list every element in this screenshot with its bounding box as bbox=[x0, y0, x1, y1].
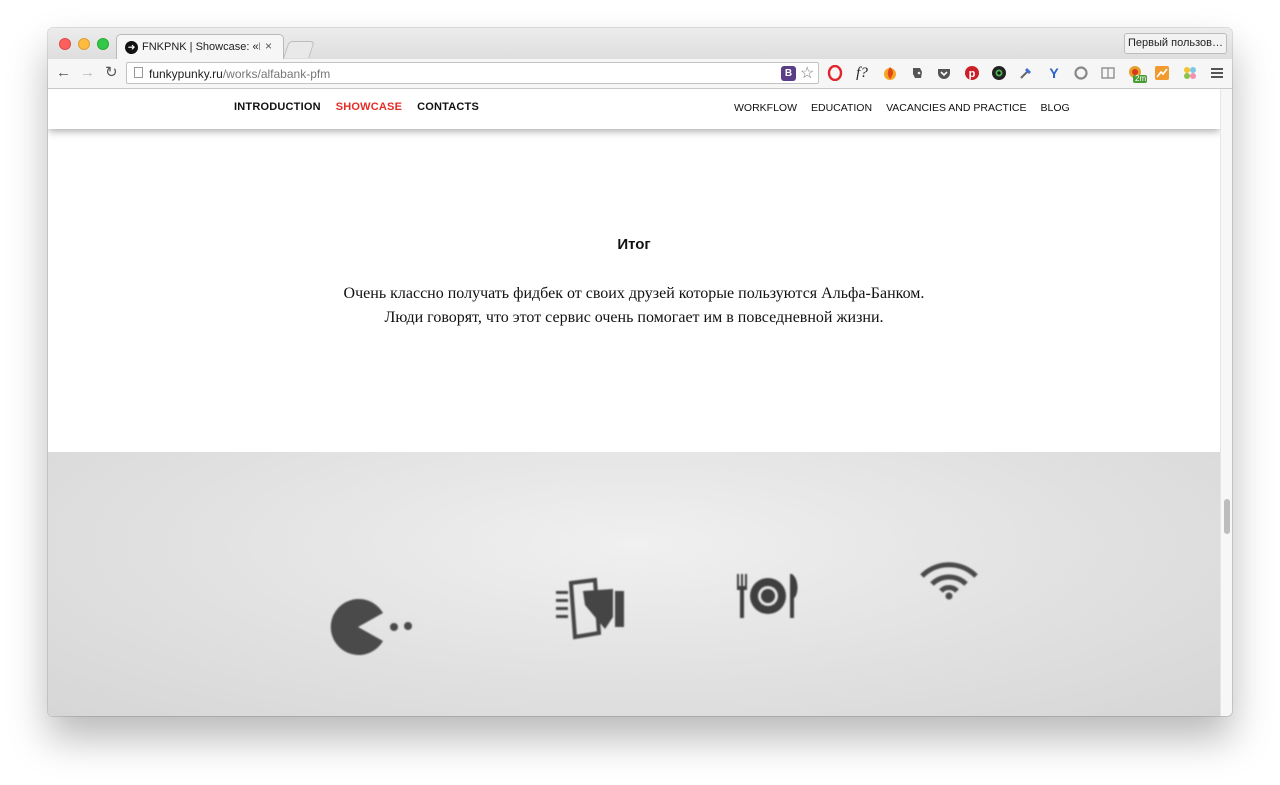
site-navigation: INTRODUCTION SHOWCASE CONTACTS WORKFLOW … bbox=[48, 89, 1220, 129]
summary-text: Очень классно получать фидбек от своих д… bbox=[248, 282, 1020, 330]
dining-plate-icon bbox=[734, 570, 804, 630]
scrollbar-thumb[interactable] bbox=[1224, 499, 1230, 534]
svg-text:p: p bbox=[969, 68, 976, 80]
forward-arrow-icon[interactable]: → bbox=[80, 65, 95, 81]
close-window-button[interactable] bbox=[59, 38, 71, 50]
browser-tab[interactable]: ➜ FNKPNK | Showcase: «Рас × bbox=[116, 34, 284, 60]
evernote-icon[interactable] bbox=[909, 65, 925, 81]
chart-icon[interactable] bbox=[1154, 65, 1170, 81]
badge-count: 2m bbox=[1135, 74, 1147, 83]
tab-title: FNKPNK | Showcase: «Рас bbox=[142, 41, 260, 53]
nav-workflow[interactable]: WORKFLOW bbox=[734, 102, 797, 114]
pocket-icon[interactable] bbox=[936, 65, 952, 81]
nav-blog[interactable]: BLOG bbox=[1040, 102, 1069, 114]
reader-icon[interactable] bbox=[1100, 65, 1116, 81]
url-host: funkypunky.ru bbox=[149, 67, 223, 81]
nav-introduction[interactable]: INTRODUCTION bbox=[234, 101, 321, 113]
primary-nav: INTRODUCTION SHOWCASE CONTACTS bbox=[234, 101, 479, 113]
flame-icon[interactable] bbox=[882, 65, 898, 81]
tab-bar: ➜ FNKPNK | Showcase: «Рас × Первый польз… bbox=[48, 28, 1232, 60]
y-icon[interactable]: Y bbox=[1046, 65, 1062, 81]
url-text[interactable]: funkypunky.ru/works/alfabank-pfm bbox=[149, 67, 330, 81]
wifi-icon bbox=[918, 560, 980, 605]
summary-line-2: Люди говорят, что этот сервис очень помо… bbox=[384, 309, 884, 326]
puzzle-icon[interactable] bbox=[1182, 65, 1198, 81]
browser-window: ➜ FNKPNK | Showcase: «Рас × Первый польз… bbox=[48, 28, 1232, 716]
f-extension-icon[interactable]: f? bbox=[854, 65, 870, 81]
eyedropper-icon[interactable] bbox=[1018, 65, 1034, 81]
bookmark-star-icon[interactable]: ☆ bbox=[800, 63, 814, 83]
category-icons-section bbox=[48, 452, 1220, 716]
summary-line-1: Очень классно получать фидбек от своих д… bbox=[343, 285, 925, 302]
fnkpnk-favicon-icon: ➜ bbox=[125, 41, 138, 54]
pacman-icon bbox=[328, 597, 418, 662]
menu-icon[interactable] bbox=[1209, 65, 1225, 81]
profile-button[interactable]: Первый пользов… bbox=[1124, 33, 1227, 54]
nav-vacancies[interactable]: VACANCIES AND PRACTICE bbox=[886, 102, 1026, 114]
vertical-scrollbar[interactable] bbox=[1220, 89, 1232, 716]
maximize-window-button[interactable] bbox=[97, 38, 109, 50]
page-viewport: INTRODUCTION SHOWCASE CONTACTS WORKFLOW … bbox=[48, 89, 1220, 716]
badge-icon[interactable]: 2m bbox=[1127, 65, 1147, 83]
refresh-circle-icon[interactable] bbox=[1073, 65, 1089, 81]
nav-showcase[interactable]: SHOWCASE bbox=[336, 101, 402, 113]
nav-education[interactable]: EDUCATION bbox=[811, 102, 872, 114]
minimize-window-button[interactable] bbox=[78, 38, 90, 50]
secondary-nav: WORKFLOW EDUCATION VACANCIES AND PRACTIC… bbox=[734, 102, 1070, 114]
camera-icon[interactable] bbox=[991, 65, 1007, 81]
pinterest-icon[interactable]: p bbox=[964, 65, 980, 81]
browser-toolbar: ← → ↻ funkypunky.ru/works/alfabank-pfm B… bbox=[48, 59, 1232, 89]
address-bar[interactable]: funkypunky.ru/works/alfabank-pfm B ☆ bbox=[126, 62, 819, 84]
reload-icon[interactable]: ↻ bbox=[105, 65, 118, 81]
back-arrow-icon[interactable]: ← bbox=[56, 65, 71, 81]
opera-icon[interactable] bbox=[827, 64, 843, 82]
receipt-hand-icon bbox=[553, 577, 633, 647]
nav-contacts[interactable]: CONTACTS bbox=[417, 101, 479, 113]
summary-title: Итог bbox=[617, 236, 651, 253]
page-icon bbox=[134, 67, 143, 78]
bootstrap-extension-icon[interactable]: B bbox=[781, 66, 796, 81]
url-path: /works/alfabank-pfm bbox=[222, 67, 331, 81]
new-tab-button[interactable] bbox=[283, 41, 315, 58]
tab-close-icon[interactable]: × bbox=[265, 39, 272, 53]
